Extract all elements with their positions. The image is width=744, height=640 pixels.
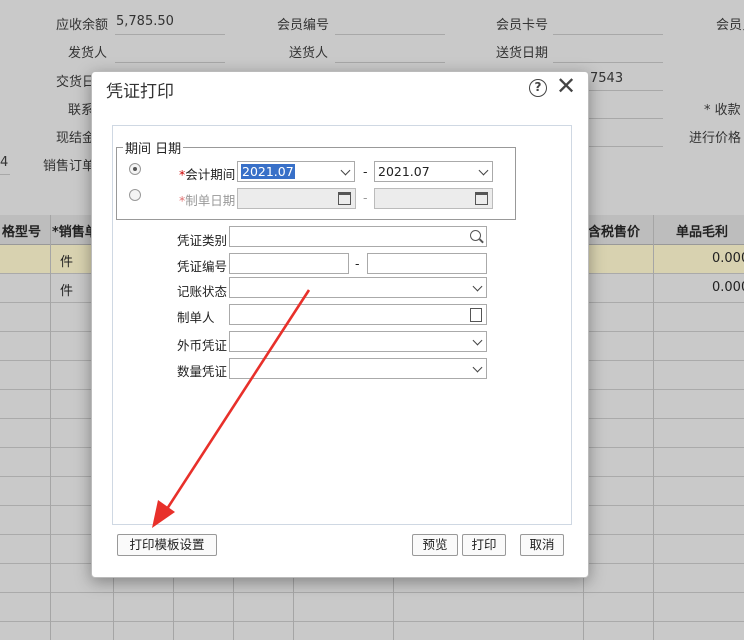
bg-value-7543: 7543 [590, 71, 624, 86]
bg-label-payment: * 收款 [704, 103, 741, 118]
calendar-icon[interactable] [475, 192, 488, 205]
bg-label-cash: 现结金 [56, 131, 96, 146]
bg-col-margin: 单品毛利 [676, 225, 729, 240]
bg-label-member-no: 会员编号 [277, 18, 330, 33]
bg-value-receivable: 5,785.50 [116, 14, 174, 29]
quantity-select[interactable] [229, 358, 487, 379]
date-to-input[interactable] [374, 188, 493, 209]
chevron-down-icon [472, 335, 483, 346]
category-label: 凭证类别 [177, 233, 228, 248]
search-icon[interactable] [470, 230, 481, 241]
category-input[interactable] [229, 226, 487, 247]
period-date-group [116, 147, 516, 220]
bg-label-receivable: 应收余额 [56, 18, 109, 33]
preview-button[interactable]: 预览 [412, 534, 458, 556]
bg-value-4: 4 [0, 155, 9, 170]
table-row[interactable] [0, 593, 744, 622]
number-to-input[interactable] [367, 253, 487, 274]
bg-label-deliverer: 送货人 [289, 46, 329, 61]
range-separator: - [355, 256, 360, 271]
date-label: *制单日期 [179, 193, 236, 208]
group-legend: 期间 日期 [123, 138, 184, 157]
close-icon[interactable]: ✕ [556, 74, 576, 98]
voucher-print-dialog: 凭证打印 ? ✕ 期间 日期 *会计期间 2021.07 - 2021.07 *… [91, 71, 589, 578]
print-button[interactable]: 打印 [462, 534, 506, 556]
maker-input[interactable] [229, 304, 487, 325]
bg-cell-unit: 件 [60, 255, 74, 270]
foreign-select[interactable] [229, 331, 487, 352]
lookup-icon[interactable] [470, 308, 482, 322]
quantity-label: 数量凭证 [177, 364, 228, 379]
period-label: *会计期间 [179, 167, 236, 182]
chevron-down-icon [478, 165, 489, 176]
bg-label-sales-order: 销售订单 [43, 159, 96, 174]
status-label: 记账状态 [177, 284, 228, 299]
bg-label-shipper: 发货人 [68, 46, 108, 61]
bg-label-member: 会员员 [716, 18, 744, 33]
status-select[interactable] [229, 277, 487, 298]
bg-cell-margin: 0.000 [712, 251, 744, 266]
period-from-select[interactable]: 2021.07 [237, 161, 355, 182]
bg-col-price: 含税售价 [588, 225, 641, 240]
bg-label-member-card: 会员卡号 [496, 18, 549, 33]
bg-cell-unit: 件 [60, 284, 74, 299]
bg-label-delivery-date: 送货日期 [496, 46, 549, 61]
range-separator: - [363, 190, 368, 205]
range-separator: - [363, 164, 368, 179]
period-to-select[interactable]: 2021.07 [374, 161, 493, 182]
bg-label-price: 进行价格 [689, 131, 742, 146]
foreign-label: 外币凭证 [177, 338, 228, 353]
help-icon[interactable]: ? [529, 79, 547, 97]
period-from-value: 2021.07 [241, 164, 295, 179]
dialog-title: 凭证打印 [106, 82, 174, 102]
bg-label-delivery: 交货日 [56, 75, 96, 90]
period-to-value: 2021.07 [378, 164, 430, 179]
date-radio[interactable] [129, 189, 141, 201]
chevron-down-icon [340, 165, 351, 176]
bg-col-model: 格型号 [2, 225, 42, 240]
period-radio[interactable] [129, 163, 141, 175]
number-from-input[interactable] [229, 253, 349, 274]
chevron-down-icon [472, 281, 483, 292]
date-from-input[interactable] [237, 188, 356, 209]
calendar-icon[interactable] [338, 192, 351, 205]
bg-cell-margin: 0.000 [712, 280, 744, 295]
maker-label: 制单人 [177, 310, 215, 325]
number-label: 凭证编号 [177, 259, 228, 274]
cancel-button[interactable]: 取消 [520, 534, 564, 556]
print-template-button[interactable]: 打印模板设置 [117, 534, 217, 556]
chevron-down-icon [472, 362, 483, 373]
